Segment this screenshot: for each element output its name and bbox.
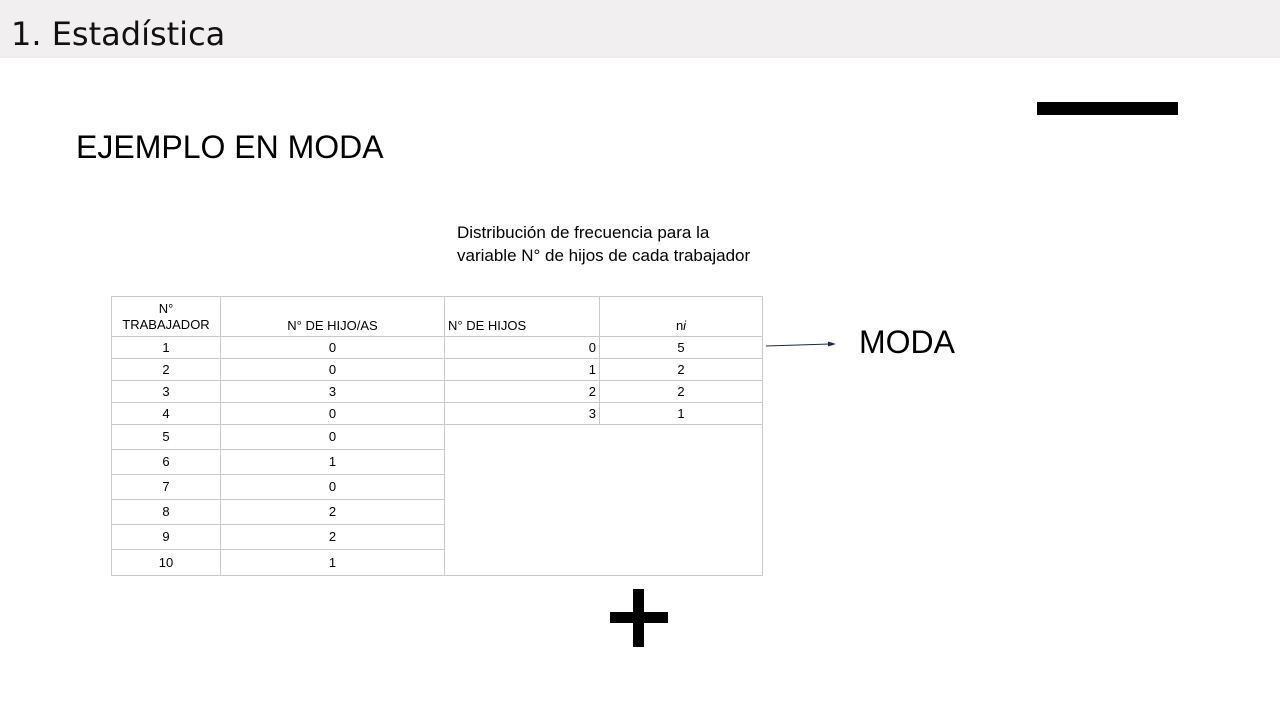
table-row-trabajador: 2 — [111, 358, 221, 381]
freq-row-ni: 1 — [599, 402, 763, 425]
table-row-trabajador: 1 — [111, 336, 221, 359]
header-trabajador: N° TRABAJADOR — [111, 296, 221, 337]
header-ni: ni — [599, 296, 763, 337]
table-row-trabajador: 4 — [111, 402, 221, 425]
table-row-trabajador: 8 — [111, 499, 221, 525]
table-row-hijos: 0 — [220, 402, 445, 425]
table-row-trabajador: 3 — [111, 380, 221, 403]
table-row-hijos: 0 — [220, 424, 445, 450]
plus-icon — [610, 589, 668, 647]
header-freq-hijos-label: N° DE HIJOS — [448, 318, 527, 333]
table-row-hijos: 0 — [220, 474, 445, 500]
freq-row-ni: 2 — [599, 358, 763, 381]
header-ni-i: i — [683, 318, 687, 333]
header-ni-n: n — [675, 318, 684, 333]
table-row-trabajador: 6 — [111, 449, 221, 475]
table-row-trabajador: 5 — [111, 424, 221, 450]
arrow-icon — [765, 341, 836, 347]
table-caption: Distribución de frecuencia para la varia… — [457, 223, 751, 265]
table-row-trabajador: 9 — [111, 524, 221, 550]
header-hijos-as-label: N° DE HIJO/AS — [287, 318, 378, 333]
freq-row-ni: 2 — [599, 380, 763, 403]
freq-row-hijos: 2 — [444, 380, 600, 403]
header-freq-hijos: N° DE HIJOS — [444, 296, 600, 337]
table-row-hijos: 1 — [220, 549, 445, 576]
table-row-hijos: 2 — [220, 499, 445, 525]
freq-row-ni: 5 — [599, 336, 763, 359]
table-row-hijos: 1 — [220, 449, 445, 475]
freq-row-hijos: 3 — [444, 402, 600, 425]
table-row-hijos: 0 — [220, 336, 445, 359]
minus-icon — [1037, 102, 1178, 115]
header-hijos-as: N° DE HIJO/AS — [220, 296, 445, 337]
table-row-hijos: 0 — [220, 358, 445, 381]
table-row-hijos: 3 — [220, 380, 445, 403]
header-trabajador-line2: TRABAJADOR — [122, 316, 210, 332]
table-row-trabajador: 10 — [111, 549, 221, 576]
freq-row-hijos: 0 — [444, 336, 600, 359]
table-row-hijos: 2 — [220, 524, 445, 550]
empty-cell-area — [444, 424, 763, 576]
freq-row-hijos: 1 — [444, 358, 600, 381]
page-title: 1. Estadística — [11, 15, 226, 53]
moda-label: MODA — [859, 324, 955, 360]
table-row-trabajador: 7 — [111, 474, 221, 500]
slide-title: EJEMPLO EN MODA — [76, 129, 384, 165]
header-trabajador-line1: N° — [158, 300, 174, 316]
